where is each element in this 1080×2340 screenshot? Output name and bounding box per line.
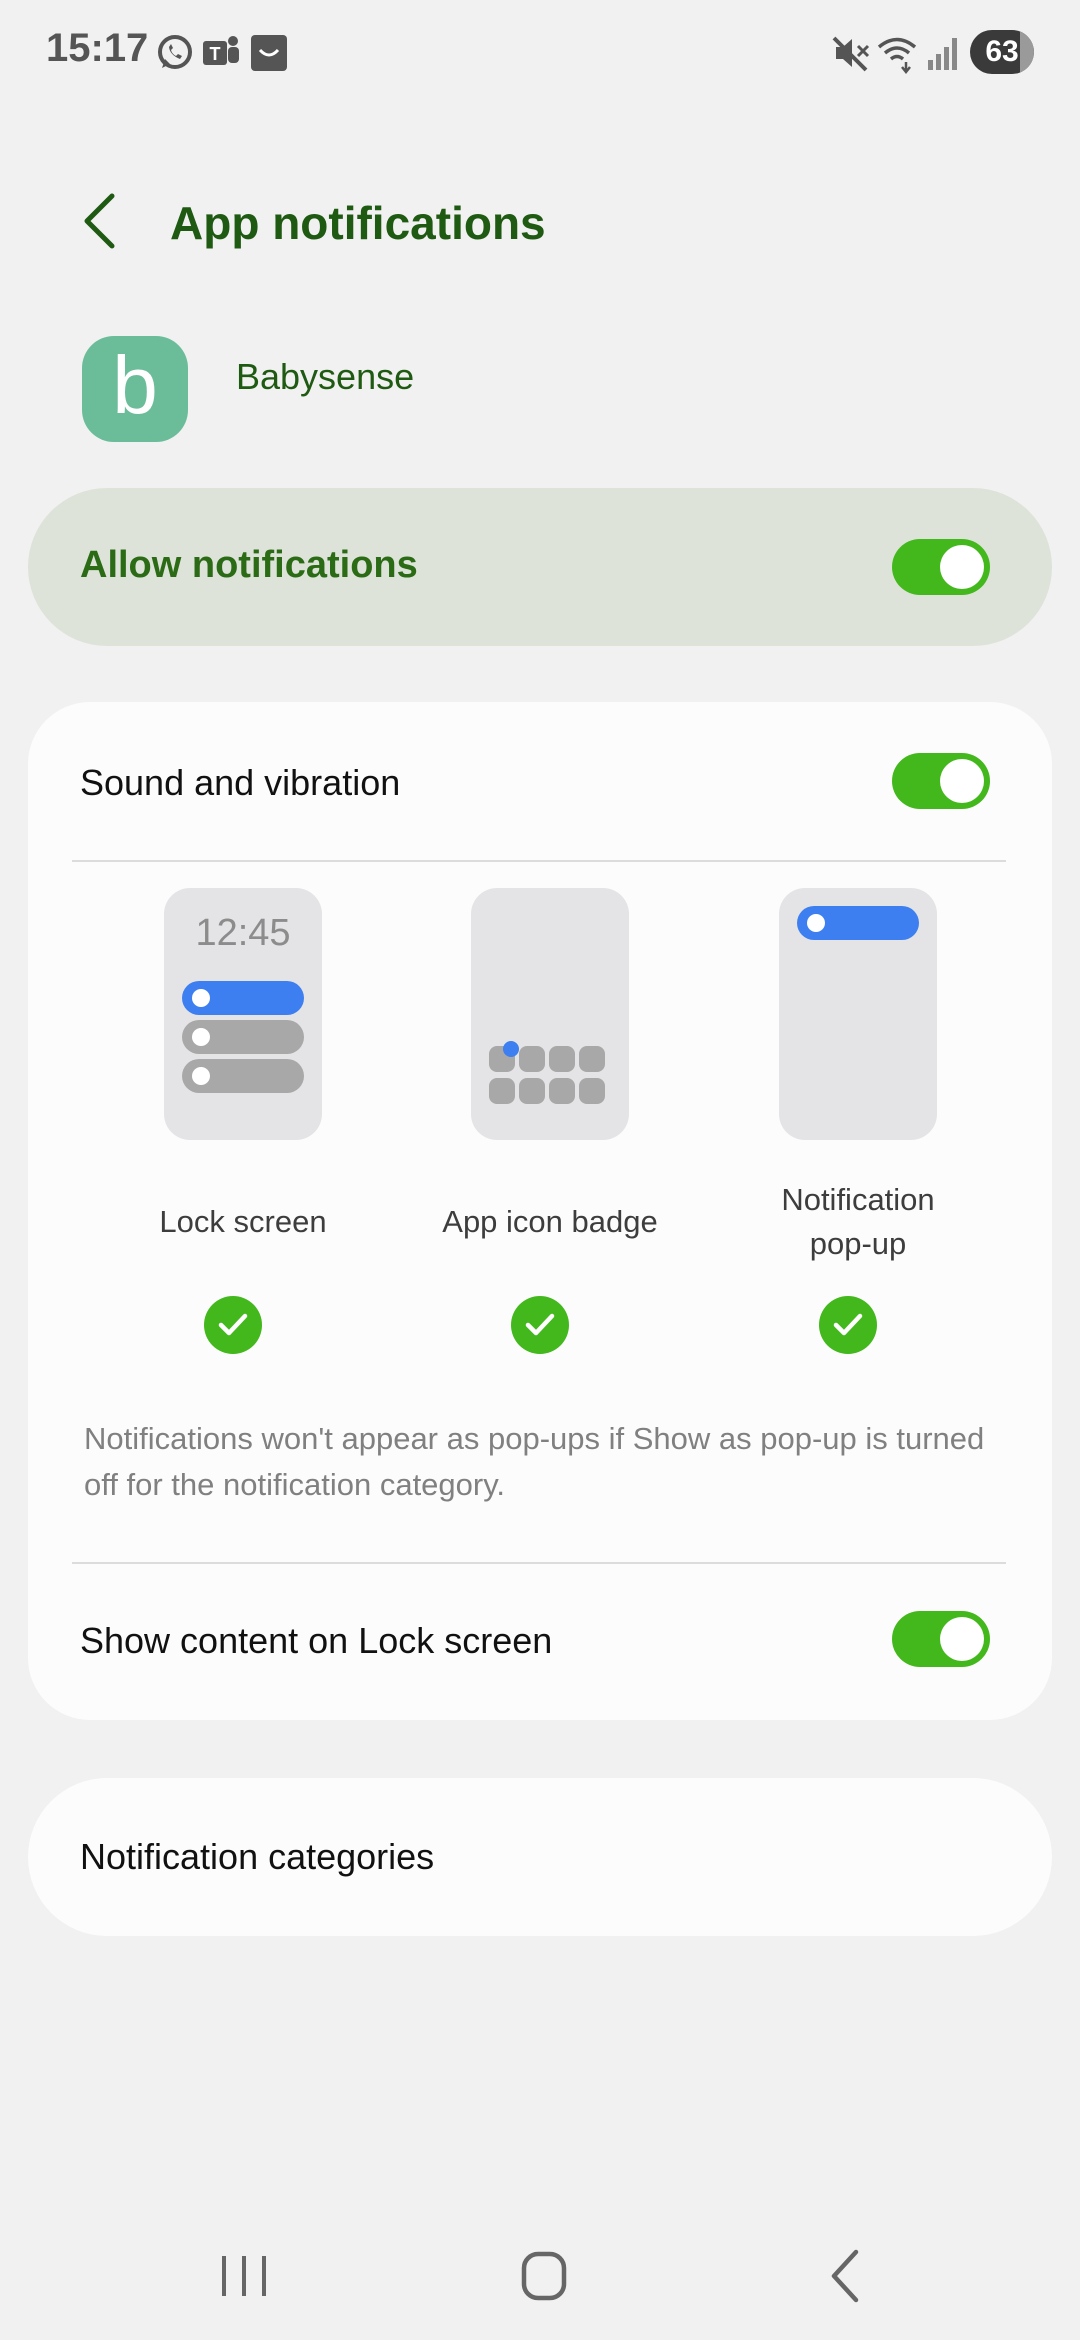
back-icon xyxy=(831,2249,859,2303)
allow-notifications-toggle[interactable] xyxy=(892,539,990,595)
preview-notification xyxy=(182,1059,304,1093)
show-content-row[interactable]: Show content on Lock screen xyxy=(28,1564,1052,1720)
recents-icon xyxy=(222,2256,266,2296)
whatsapp-icon xyxy=(158,35,192,69)
notification-categories-label: Notification categories xyxy=(80,1836,435,1877)
chevron-left-icon xyxy=(84,193,115,249)
status-time: 15:17 xyxy=(46,26,149,70)
sound-vibration-label: Sound and vibration xyxy=(80,762,401,803)
popup-label-line1: Notification xyxy=(781,1182,935,1217)
signal-icon xyxy=(928,38,957,70)
shop-icon xyxy=(251,35,287,71)
home-button[interactable] xyxy=(508,2240,580,2312)
preview-notification xyxy=(797,906,919,940)
preview-notification xyxy=(182,1020,304,1054)
toggle-knob xyxy=(940,1617,984,1661)
sound-vibration-toggle[interactable] xyxy=(892,753,990,809)
divider xyxy=(72,860,1006,862)
popup-info-text: Notifications won't appear as pop-ups if… xyxy=(84,1421,985,1502)
toggle-knob xyxy=(940,759,984,803)
teams-icon: T xyxy=(203,36,239,65)
app-icon-badge-label: App icon badge xyxy=(442,1204,658,1239)
toggle-knob xyxy=(940,545,984,589)
badge-dot xyxy=(503,1041,519,1057)
lock-screen-preview: 12:45 xyxy=(164,888,322,1140)
status-bar: 15:17 T 63 xyxy=(0,0,1080,104)
notification-settings-card: Sound and vibration 12:45 Lock screen Ap… xyxy=(28,702,1052,1720)
app-icon: b xyxy=(82,336,188,442)
mute-icon xyxy=(832,36,870,72)
battery-indicator: 63 xyxy=(970,30,1034,74)
show-content-toggle[interactable] xyxy=(892,1611,990,1667)
back-button[interactable] xyxy=(72,186,132,256)
page-title: App notifications xyxy=(170,197,546,249)
preview-notification xyxy=(182,981,304,1015)
allow-notifications-row[interactable]: Allow notifications xyxy=(28,488,1052,646)
check-icon xyxy=(833,1313,863,1336)
popup-preview xyxy=(779,888,937,1140)
popup-label-line2: pop-up xyxy=(809,1226,907,1261)
check-icon xyxy=(525,1313,555,1336)
show-content-label: Show content on Lock screen xyxy=(80,1620,553,1661)
sound-vibration-row[interactable]: Sound and vibration xyxy=(28,702,1052,860)
lock-screen-label: Lock screen xyxy=(159,1204,327,1239)
nav-back-button[interactable] xyxy=(812,2240,884,2312)
preview-clock: 12:45 xyxy=(195,912,291,954)
svg-text:T: T xyxy=(210,44,221,64)
app-icon-badge-check[interactable] xyxy=(511,1296,569,1354)
home-icon xyxy=(521,2251,567,2301)
notification-popup-label: Notification pop-up xyxy=(718,1178,998,1266)
wifi-icon xyxy=(877,37,917,74)
lock-screen-check[interactable] xyxy=(204,1296,262,1354)
app-name: Babysense xyxy=(236,356,415,397)
allow-notifications-label: Allow notifications xyxy=(80,544,418,586)
app-notifications-screen: 15:17 T 63 App notifications b Babysense… xyxy=(0,0,1080,2340)
battery-level: 63 xyxy=(985,35,1019,68)
notification-categories-row[interactable]: Notification categories xyxy=(28,1778,1052,1936)
notification-popup-check[interactable] xyxy=(819,1296,877,1354)
app-icon-badge-preview xyxy=(471,888,629,1140)
recents-button[interactable] xyxy=(208,2240,280,2312)
check-icon xyxy=(218,1313,248,1336)
